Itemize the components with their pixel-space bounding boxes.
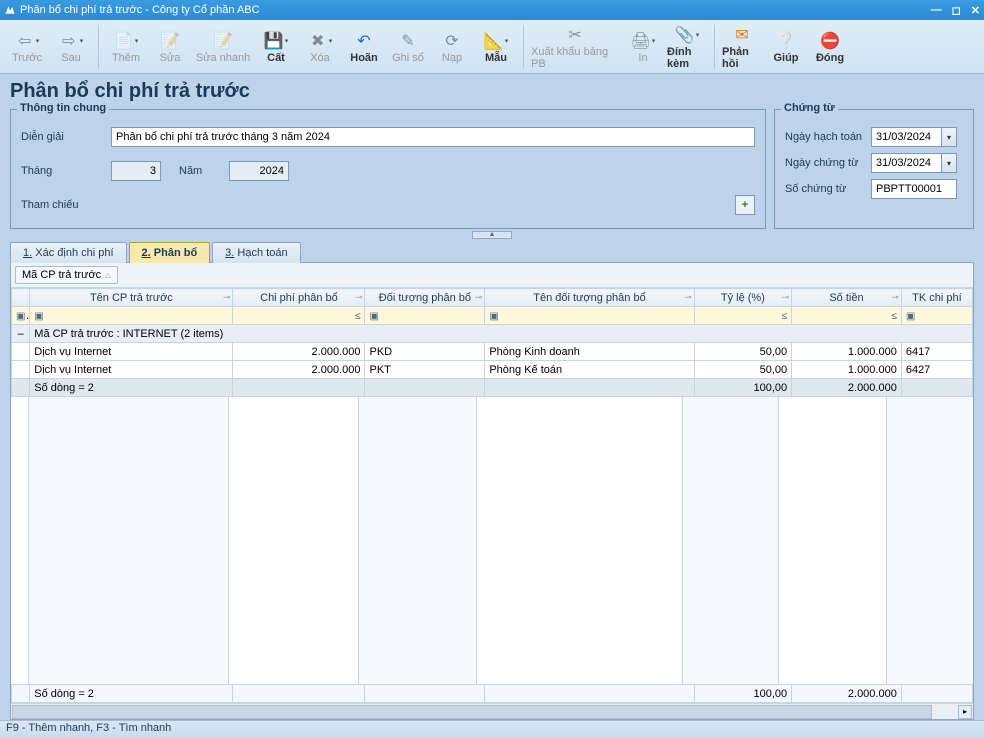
col-obj[interactable]: Đối tượng phân bổ⊸: [365, 289, 485, 307]
col-objname[interactable]: Tên đối tượng phân bổ⊸: [485, 289, 694, 307]
feedback-button[interactable]: ✉Phản hồi: [721, 22, 763, 72]
sort-up-icon: △: [105, 271, 110, 279]
add-button[interactable]: 📄▾Thêm: [105, 22, 147, 72]
filter-row[interactable]: ▣ ▣ ≤ ▣ ▣ ≤ ≤ ▣: [12, 307, 973, 325]
desc-label: Diễn giải: [21, 131, 111, 143]
attach-button[interactable]: 📎▾Đính kèm: [666, 22, 708, 72]
pin-icon: ⊸: [223, 292, 231, 303]
tab-identify-cost[interactable]: 1. Xác định chi phí: [10, 242, 127, 263]
doc-no-label: Số chứng từ: [785, 183, 871, 195]
undo-button[interactable]: ↶Hoãn: [343, 22, 385, 72]
next-button[interactable]: ⇨▾Sau: [50, 22, 92, 72]
delete-button[interactable]: ✖▾Xóa: [299, 22, 341, 72]
template-button[interactable]: 📐▾Mẫu: [475, 22, 517, 72]
quickedit-button[interactable]: 📝Sửa nhanh: [193, 22, 253, 72]
general-fieldset: Thông tin chung Diễn giải Tháng Năm Tham…: [10, 109, 766, 229]
grid: Mã CP trả trước△ Tên CP trả trước⊸ Chi p…: [10, 263, 974, 720]
year-label: Năm: [179, 165, 229, 177]
group-sum-row: Số dòng = 2100,002.000.000: [12, 379, 973, 397]
minimize-button[interactable]: —: [931, 4, 942, 17]
doc-date-label: Ngày chứng từ: [785, 157, 871, 169]
app-icon: [4, 4, 16, 16]
window-title: Phân bổ chi phí trả trước - Công ty Cổ p…: [20, 4, 260, 16]
col-amt[interactable]: Số tiền⊸: [792, 289, 902, 307]
acct-date-combo[interactable]: ▾: [871, 127, 957, 147]
add-ref-button[interactable]: +: [735, 195, 755, 215]
help-button[interactable]: ❔Giúp: [765, 22, 807, 72]
year-input[interactable]: [229, 161, 289, 181]
footer-row: Số dòng = 2100,002.000.000: [12, 685, 973, 703]
h-scrollbar[interactable]: ▸: [11, 703, 973, 719]
export-button[interactable]: ✂Xuất khẩu bảng PB: [530, 22, 620, 72]
print-button[interactable]: 🖨▾In: [622, 22, 664, 72]
tabs: 1. Xác định chi phí 2. Phân bổ 3. Hạch t…: [10, 241, 974, 263]
edit-button[interactable]: 📝Sửa: [149, 22, 191, 72]
doc-no-input[interactable]: [871, 179, 957, 199]
doc-date-combo[interactable]: ▾: [871, 153, 957, 173]
document-fieldset: Chứng từ Ngày hạch toán ▾ Ngày chứng từ …: [774, 109, 974, 229]
tab-allocate[interactable]: 2. Phân bổ: [129, 242, 211, 263]
desc-input[interactable]: [111, 127, 755, 147]
month-label: Tháng: [21, 165, 111, 177]
plus-icon: +: [742, 199, 748, 211]
dropdown-icon[interactable]: ▾: [941, 153, 957, 173]
group-header-row[interactable]: – Mã CP trả trước : INTERNET (2 items): [12, 325, 973, 343]
col-acct[interactable]: TK chi phí: [901, 289, 972, 307]
table-row[interactable]: Dịch vụ Internet2.000.000PKDPhòng Kinh d…: [12, 343, 973, 361]
page-title: Phân bổ chi phí trả trước: [10, 80, 974, 103]
ref-label: Tham chiếu: [21, 199, 111, 211]
reload-button[interactable]: ⟳Nạp: [431, 22, 473, 72]
status-bar: F9 - Thêm nhanh, F3 - Tìm nhanh: [0, 720, 984, 738]
col-selector[interactable]: [12, 289, 30, 307]
writebook-button[interactable]: ✎Ghi sổ: [387, 22, 429, 72]
prev-button[interactable]: ⇦▾Trước: [6, 22, 48, 72]
tab-accounting[interactable]: 3. Hạch toán: [212, 242, 300, 263]
maximize-button[interactable]: ◻: [952, 4, 961, 17]
filter-check-icon[interactable]: ▣: [16, 310, 30, 322]
toolbar: ⇦▾Trước ⇨▾Sau 📄▾Thêm 📝Sửa 📝Sửa nhanh 💾▾C…: [0, 20, 984, 74]
collapse-handle[interactable]: ▲: [472, 231, 512, 239]
save-button[interactable]: 💾▾Cất: [255, 22, 297, 72]
col-pct[interactable]: Tỷ lệ (%)⊸: [694, 289, 792, 307]
col-name[interactable]: Tên CP trả trước⊸: [30, 289, 233, 307]
close-window-button[interactable]: ✕: [971, 4, 980, 17]
titlebar: Phân bổ chi phí trả trước - Công ty Cổ p…: [0, 0, 984, 20]
close-button[interactable]: ⛔Đóng: [809, 22, 851, 72]
table-row[interactable]: Dịch vụ Internet2.000.000PKTPhòng Kế toá…: [12, 361, 973, 379]
group-pill[interactable]: Mã CP trả trước△: [15, 266, 118, 284]
col-cost[interactable]: Chi phí phân bổ⊸: [233, 289, 365, 307]
acct-date-label: Ngày hạch toán: [785, 131, 871, 143]
dropdown-icon[interactable]: ▾: [941, 127, 957, 147]
month-input[interactable]: [111, 161, 161, 181]
